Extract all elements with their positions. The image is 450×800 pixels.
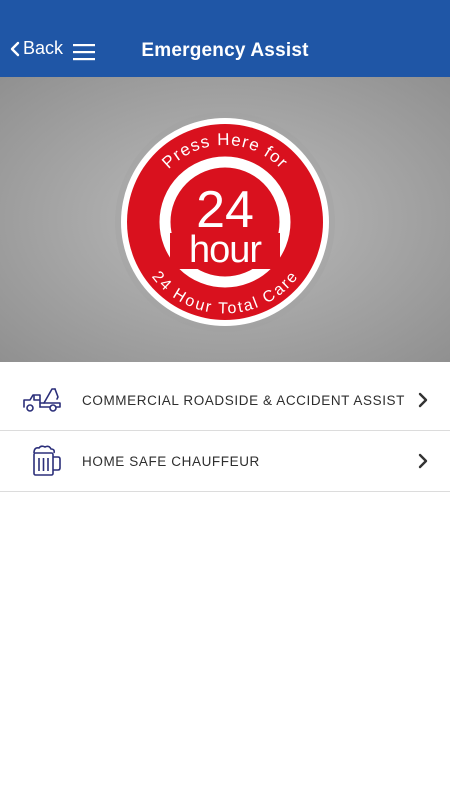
list-item-label: COMMERCIAL ROADSIDE & ACCIDENT ASSIST — [82, 392, 406, 408]
tow-truck-icon — [23, 388, 61, 412]
list-item-label: HOME SAFE CHAUFFEUR — [82, 453, 260, 469]
24-hour-badge[interactable]: Press Here for 24 Hour Total Care 24 hou… — [112, 109, 338, 335]
beer-mug-icon — [33, 445, 61, 476]
chevron-right-icon — [418, 392, 428, 408]
assist-list: COMMERCIAL ROADSIDE & ACCIDENT ASSIST HO… — [0, 370, 450, 492]
hero-banner: Press Here for 24 Hour Total Care 24 hou… — [0, 77, 450, 362]
badge-big-word: hour — [189, 229, 262, 271]
list-item[interactable]: HOME SAFE CHAUFFEUR — [0, 431, 450, 492]
list-item[interactable]: COMMERCIAL ROADSIDE & ACCIDENT ASSIST — [0, 370, 450, 431]
chevron-right-icon — [418, 453, 428, 469]
app-header: Back Emergency Assist — [0, 0, 450, 77]
page-title: Emergency Assist — [141, 40, 309, 61]
